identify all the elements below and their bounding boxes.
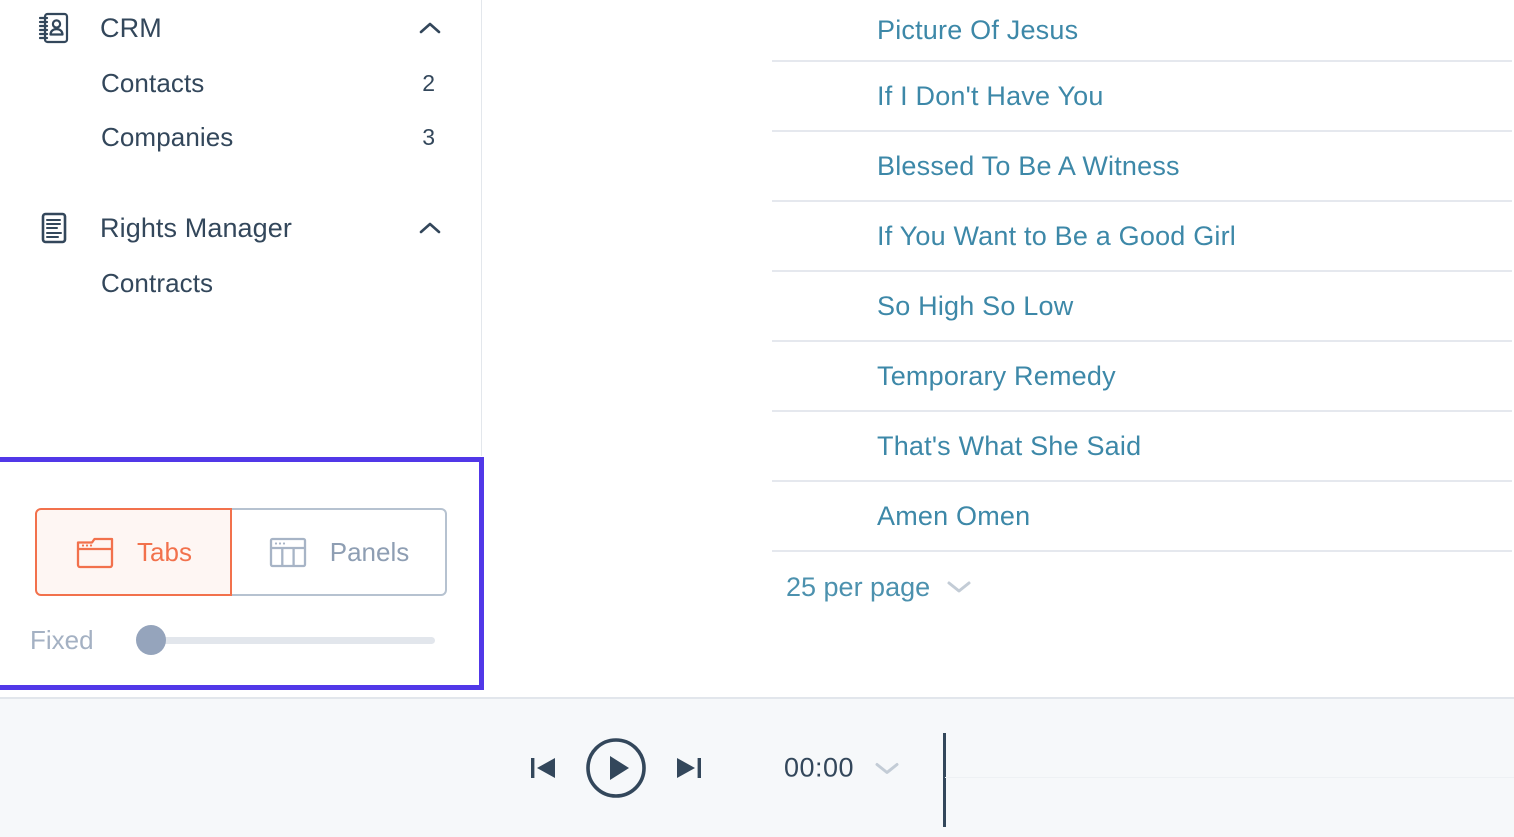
- layout-mode-panels-button[interactable]: Panels: [232, 508, 447, 596]
- sidebar-item-companies[interactable]: Companies 3: [0, 110, 481, 164]
- document-lines-icon: [34, 208, 74, 248]
- list-item[interactable]: Picture Of Jesus: [772, 0, 1512, 62]
- song-title-link[interactable]: So High So Low: [877, 291, 1073, 322]
- chevron-down-icon[interactable]: [946, 579, 972, 595]
- sidebar-item-label: Contacts: [101, 67, 205, 98]
- player-divider: [943, 733, 946, 827]
- chevron-up-icon[interactable]: [419, 21, 441, 35]
- layout-mode-tabs-button[interactable]: Tabs: [35, 508, 232, 596]
- list-item[interactable]: Amen Omen: [772, 482, 1512, 552]
- width-slider-handle[interactable]: [135, 625, 166, 655]
- list-item[interactable]: So High So Low: [772, 272, 1512, 342]
- song-list: Picture Of Jesus If I Don't Have You Ble…: [772, 0, 1512, 622]
- sidebar-group-header-crm[interactable]: CRM: [0, 0, 481, 56]
- sidebar-group-rights-manager: Rights Manager Contracts: [0, 200, 481, 310]
- sidebar-item-count: 3: [422, 123, 435, 150]
- width-slider-track[interactable]: [143, 636, 435, 644]
- browser-tab-icon: [75, 534, 115, 570]
- per-page-label: 25 per page: [786, 571, 931, 602]
- song-title-link[interactable]: Amen Omen: [877, 501, 1030, 532]
- layout-mode-tabs-label: Tabs: [137, 536, 192, 567]
- list-item[interactable]: That's What She Said: [772, 412, 1512, 482]
- layout-mode-toggle-group: Tabs Panels: [35, 508, 447, 596]
- per-page-dropdown[interactable]: 25 per page: [772, 552, 1512, 622]
- width-slider-label: Fixed: [30, 624, 94, 655]
- sidebar-item-contacts[interactable]: Contacts 2: [0, 56, 481, 110]
- list-item[interactable]: If I Don't Have You: [772, 62, 1512, 132]
- layout-control-highlight: Tabs Panels Fixed: [0, 457, 484, 690]
- list-item[interactable]: Blessed To Be A Witness: [772, 132, 1512, 202]
- sidebar-group-title: CRM: [100, 12, 162, 43]
- chevron-up-icon[interactable]: [419, 221, 441, 235]
- sidebar-group-title: Rights Manager: [100, 212, 292, 243]
- song-title-link[interactable]: That's What She Said: [877, 431, 1141, 462]
- sidebar: CRM Contacts 2 Companies 3 Rights Manage…: [0, 0, 482, 456]
- sidebar-item-label: Contracts: [101, 267, 214, 298]
- player-time-display: 00:00: [784, 752, 855, 783]
- address-book-icon: [34, 8, 74, 48]
- width-slider-row: Fixed: [30, 624, 435, 656]
- list-item[interactable]: Temporary Remedy: [772, 342, 1512, 412]
- song-title-link[interactable]: If You Want to Be a Good Girl: [877, 221, 1236, 252]
- layout-mode-panels-label: Panels: [329, 536, 410, 567]
- sidebar-group-header-rights-manager[interactable]: Rights Manager: [0, 200, 481, 256]
- columns-panel-icon: [268, 534, 308, 570]
- play-circle-icon[interactable]: [585, 737, 647, 799]
- song-title-link[interactable]: If I Don't Have You: [877, 81, 1104, 112]
- player-horizontal-rule: [945, 777, 1514, 778]
- sidebar-item-label: Companies: [101, 121, 234, 152]
- song-title-link[interactable]: Picture Of Jesus: [877, 15, 1078, 46]
- chevron-down-icon[interactable]: [874, 760, 900, 776]
- player-transport-controls: [525, 737, 707, 799]
- sidebar-group-crm: CRM Contacts 2 Companies 3: [0, 0, 481, 164]
- app-root: CRM Contacts 2 Companies 3 Rights Manage…: [0, 0, 1514, 837]
- song-title-link[interactable]: Temporary Remedy: [877, 361, 1116, 392]
- skip-previous-icon[interactable]: [525, 750, 561, 786]
- sidebar-item-contracts[interactable]: Contracts: [0, 256, 481, 310]
- list-item[interactable]: If You Want to Be a Good Girl: [772, 202, 1512, 272]
- sidebar-item-count: 2: [422, 69, 435, 96]
- player-time-group: 00:00: [784, 753, 900, 784]
- player-bar: 00:00: [0, 697, 1514, 837]
- skip-next-icon[interactable]: [671, 750, 707, 786]
- song-title-link[interactable]: Blessed To Be A Witness: [877, 151, 1180, 182]
- width-slider[interactable]: [130, 624, 435, 656]
